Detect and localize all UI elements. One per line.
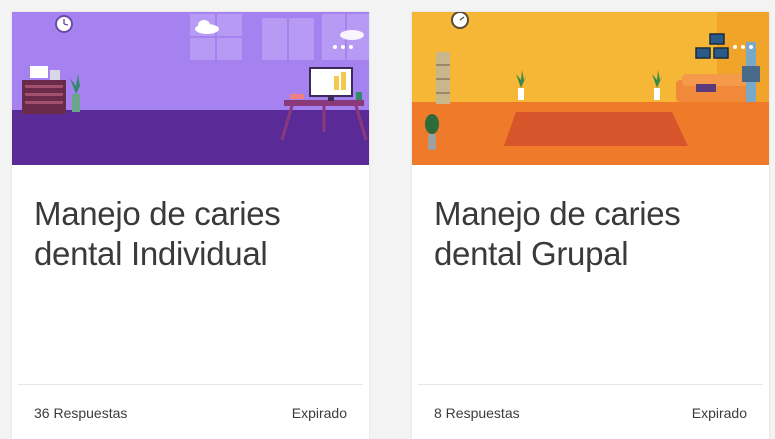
status-label: Expirado	[691, 405, 747, 421]
card-divider	[18, 384, 363, 385]
office-illustration	[12, 12, 369, 165]
responses-count: 8 Respuestas	[434, 405, 520, 421]
card-banner-illustration	[12, 12, 369, 165]
more-options-icon[interactable]	[729, 40, 757, 54]
living-room-illustration	[412, 12, 769, 165]
card-title: Manejo de caries dental Individual	[34, 195, 281, 272]
card-title: Manejo de caries dental Grupal	[434, 195, 681, 272]
card-divider	[418, 384, 763, 385]
card-banner-illustration	[412, 12, 769, 165]
status-label: Expirado	[291, 405, 347, 421]
more-options-icon[interactable]	[329, 40, 357, 54]
responses-count: 36 Respuestas	[34, 405, 128, 421]
form-card-grupal[interactable]: Manejo de caries dental Grupal 8 Respues…	[412, 12, 769, 439]
form-card-individual[interactable]: Manejo de caries dental Individual 36 Re…	[12, 12, 369, 439]
